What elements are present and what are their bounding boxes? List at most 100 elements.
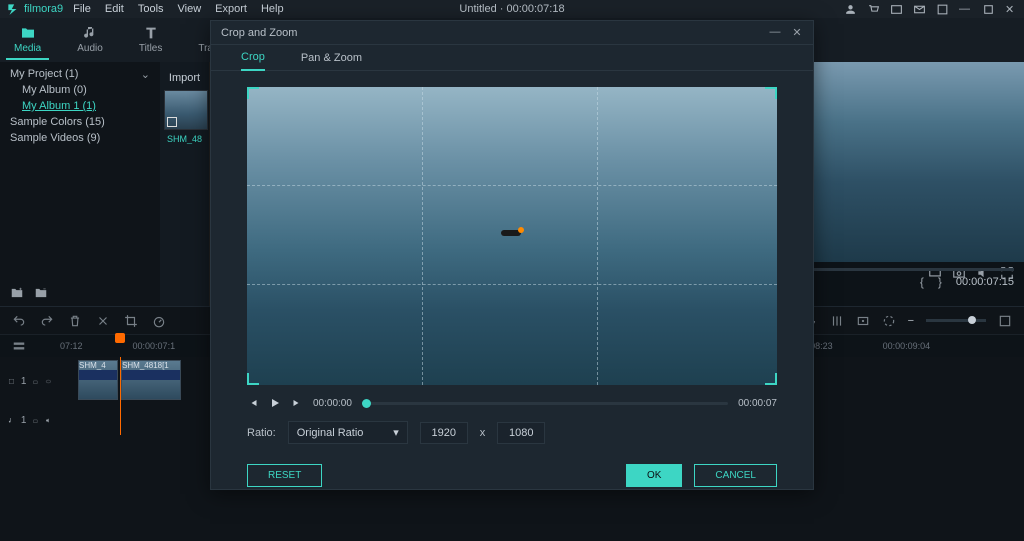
folder-remove-icon[interactable]	[34, 286, 48, 300]
ruler-tick: 00:00:07:1	[133, 341, 176, 351]
text-icon	[143, 25, 159, 41]
tree-item-myalbum[interactable]: My Album (0)	[4, 82, 156, 98]
cancel-button[interactable]: CANCEL	[694, 464, 777, 487]
play-icon[interactable]	[269, 397, 281, 409]
message-icon[interactable]	[890, 3, 903, 16]
width-input[interactable]	[420, 422, 468, 444]
mode-label: Audio	[77, 43, 103, 54]
dialog-title: Crop and Zoom	[221, 27, 297, 39]
top-menubar: filmora9 File Edit Tools View Export Hel…	[0, 0, 1024, 18]
dialog-close-icon[interactable]: ✕	[791, 26, 803, 39]
app-logo: filmora9	[6, 2, 63, 16]
note-icon	[8, 415, 15, 426]
lock-icon[interactable]	[32, 415, 39, 426]
media-thumbnail[interactable]	[164, 90, 208, 130]
cart-icon[interactable]	[867, 3, 880, 16]
undo-icon[interactable]	[12, 314, 26, 328]
marker-icon[interactable]	[856, 314, 870, 328]
video-track-header[interactable]: 1	[0, 357, 60, 405]
ruler-tick: 00:00:09:04	[883, 341, 931, 351]
eye-icon[interactable]	[45, 376, 52, 387]
mark-in-icon[interactable]: {	[920, 275, 924, 289]
preview-timecode: 00:00:07:15	[956, 276, 1014, 288]
split-icon[interactable]	[96, 314, 110, 328]
modal-time-total: 00:00:07	[738, 398, 777, 409]
tree-item-samplecolors[interactable]: Sample Colors (15)	[4, 114, 156, 130]
tree-item-samplevideos[interactable]: Sample Videos (9)	[4, 130, 156, 146]
folder-add-icon[interactable]	[10, 286, 24, 300]
modal-playback-bar: 00:00:00 00:00:07	[211, 393, 813, 413]
prev-frame-icon[interactable]	[247, 397, 259, 409]
ok-button[interactable]: OK	[626, 464, 682, 487]
grid-line	[247, 284, 777, 285]
maximize-icon[interactable]	[982, 3, 995, 16]
crop-preview[interactable]	[247, 87, 777, 385]
project-tree: My Project (1)⌄ My Album (0) My Album 1 …	[0, 62, 160, 306]
account-icon[interactable]	[844, 3, 857, 16]
track-number: 1	[21, 415, 27, 426]
crop-handle-br[interactable]	[765, 373, 777, 385]
modal-seek-slider[interactable]	[362, 402, 728, 405]
tree-item-myalbum1[interactable]: My Album 1 (1)	[4, 98, 156, 114]
crop-handle-tl[interactable]	[247, 87, 259, 99]
reset-button[interactable]: RESET	[247, 464, 322, 487]
audio-track-header[interactable]: 1	[0, 405, 60, 435]
speaker-icon[interactable]	[45, 415, 52, 426]
film-icon	[8, 376, 15, 387]
playhead-line[interactable]	[120, 357, 121, 435]
project-title: Untitled · 00:00:07:18	[459, 3, 564, 15]
menu-file[interactable]: File	[73, 3, 91, 15]
dialog-minimize-icon[interactable]: —	[769, 26, 781, 39]
window-controls: — ✕	[844, 3, 1018, 16]
folder-icon	[20, 25, 36, 41]
menu-help[interactable]: Help	[261, 3, 284, 15]
chevron-down-icon[interactable]: ⌄	[141, 68, 150, 81]
playhead-marker[interactable]	[115, 333, 125, 343]
thumbnail-name: SHM_48	[164, 134, 205, 144]
crop-tool-icon[interactable]	[124, 314, 138, 328]
crop-zoom-dialog: Crop and Zoom — ✕ Crop Pan & Zoom 00:00:…	[210, 20, 814, 490]
zoom-out-icon[interactable]: −	[908, 315, 914, 327]
menu-export[interactable]: Export	[215, 3, 247, 15]
timeline-view-icon[interactable]	[12, 339, 26, 353]
chevron-down-icon: ▾	[393, 426, 399, 439]
lock-icon[interactable]	[32, 376, 39, 387]
next-frame-icon[interactable]	[291, 397, 303, 409]
zoom-slider[interactable]	[926, 319, 986, 322]
speed-icon[interactable]	[152, 314, 166, 328]
ratio-dropdown[interactable]: Original Ratio ▾	[288, 421, 408, 444]
main-menu: File Edit Tools View Export Help	[73, 3, 283, 15]
tree-item-myproject[interactable]: My Project (1)⌄	[4, 66, 156, 82]
mail-icon[interactable]	[913, 3, 926, 16]
menu-tools[interactable]: Tools	[138, 3, 164, 15]
mode-tab-media[interactable]: Media	[6, 21, 49, 60]
mode-label: Titles	[139, 43, 163, 54]
mark-out-icon[interactable]: }	[938, 275, 942, 289]
menu-edit[interactable]: Edit	[105, 3, 124, 15]
save-icon[interactable]	[936, 3, 949, 16]
import-label[interactable]: Import	[164, 72, 205, 84]
dialog-titlebar[interactable]: Crop and Zoom — ✕	[211, 21, 813, 45]
height-input[interactable]	[497, 422, 545, 444]
delete-icon[interactable]	[68, 314, 82, 328]
mode-tab-audio[interactable]: Audio	[69, 21, 111, 60]
tab-pan-zoom[interactable]: Pan & Zoom	[301, 45, 362, 71]
video-content	[501, 230, 521, 236]
crop-handle-tr[interactable]	[765, 87, 777, 99]
mode-tab-titles[interactable]: Titles	[131, 21, 171, 60]
menu-view[interactable]: View	[178, 3, 202, 15]
minimize-icon[interactable]: —	[959, 3, 972, 16]
video-clip[interactable]: SHM_4	[78, 360, 118, 400]
app-name: filmora9	[24, 3, 63, 15]
media-gallery: Import SHM_48	[160, 62, 210, 306]
render-icon[interactable]	[882, 314, 896, 328]
close-icon[interactable]: ✕	[1005, 3, 1018, 16]
tab-crop[interactable]: Crop	[241, 45, 265, 71]
music-icon	[82, 25, 98, 41]
video-clip[interactable]: SHM_4818[1	[121, 360, 181, 400]
mixer-icon[interactable]	[830, 314, 844, 328]
crop-handle-bl[interactable]	[247, 373, 259, 385]
zoom-fit-icon[interactable]	[998, 314, 1012, 328]
redo-icon[interactable]	[40, 314, 54, 328]
ratio-row: Ratio: Original Ratio ▾ x	[211, 413, 813, 452]
